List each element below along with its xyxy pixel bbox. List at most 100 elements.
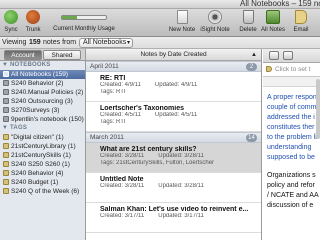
usage-bar: [61, 15, 107, 20]
sidebar-tag-label: S240 S250 S260 (1): [11, 161, 70, 168]
sidebar-tag-item[interactable]: S240 Q of the Week (6): [0, 187, 85, 196]
sort-arrow-icon: ▲: [251, 52, 257, 58]
trash-icon: [242, 10, 254, 24]
email-button[interactable]: Email: [289, 10, 313, 36]
all-notes-label: All Notes: [260, 27, 285, 33]
sync-button[interactable]: Sync: [2, 10, 20, 36]
viewing-middle: notes from: [43, 39, 77, 46]
editor-toolbar: [263, 49, 320, 63]
note-title: Untitled Note: [100, 176, 144, 183]
info-icon[interactable]: [283, 51, 293, 60]
note-created: Created: 3/28/11: [100, 153, 145, 159]
note-dates: Created: 3/17/11 Updated: 3/17/11: [100, 213, 261, 220]
note-text-line: couple of comm: [267, 104, 317, 111]
note-dates: Created: 3/28/11 Updated: 3/28/11: [100, 153, 261, 160]
notebook-icon: [3, 98, 9, 104]
sidebar-notebook-item[interactable]: S240 Outsourcing (3): [0, 97, 85, 106]
sidebar-tag-label: 21stCenturyLibrary (1): [11, 143, 76, 150]
note-updated: Updated: 3/28/11: [158, 183, 204, 189]
note-title: Salman Khan: Let's use video to reinvent…: [100, 206, 249, 213]
note-text-line: addressed the i: [267, 114, 315, 121]
note-created: Created: 4/9/11: [100, 82, 141, 88]
note-editor-pane: Click to set t A proper respon couple of …: [263, 49, 320, 240]
tag-icon: [3, 170, 9, 176]
sidebar-notebook-item[interactable]: S240.Manual Policies (2): [0, 88, 85, 97]
sidebar: Account Shared ▼ NOTEBOOKS All Notebooks…: [0, 49, 86, 240]
month-count-badge: 2: [246, 63, 257, 71]
note-list-item[interactable]: Salman Khan: Let's use video to reinvent…: [86, 203, 261, 233]
sidebar-notebook-item[interactable]: All Notebooks (159): [0, 70, 85, 79]
sidebar-tag-item[interactable]: "Digital citizen" (1): [0, 133, 85, 142]
notebook-select-value: All Notebooks: [83, 39, 127, 46]
note-list-item[interactable]: What are 21st century skills? Created: 3/…: [86, 143, 261, 173]
sidebar-tag-label: "Digital citizen" (1): [11, 134, 64, 141]
tag-icon: [3, 134, 9, 140]
email-label: Email: [293, 27, 309, 33]
notebooks-header[interactable]: ▼ NOTEBOOKS: [0, 61, 85, 70]
delete-button[interactable]: Delete: [238, 10, 258, 36]
notebook-icon[interactable]: [269, 51, 279, 60]
tab-shared[interactable]: Shared: [43, 50, 81, 60]
tag-field[interactable]: Click to set t: [263, 63, 320, 77]
note-tags: Tags: RTI: [100, 89, 126, 95]
note-text-line: to the problem li: [267, 134, 317, 141]
note-dates: Created: 3/28/11 Updated: 3/28/11: [100, 183, 261, 190]
sidebar-tag-item[interactable]: S240 Behavior (4): [0, 169, 85, 178]
month-group-header: March 2011 14: [86, 132, 261, 143]
tags-header[interactable]: ▼ TAGS: [0, 124, 85, 133]
camera-icon: [208, 10, 222, 24]
note-text-line: understanding: [267, 144, 312, 151]
sidebar-tag-item[interactable]: 21stCenturyLibrary (1): [0, 142, 85, 151]
note-tags: Tags: RTI: [100, 119, 126, 125]
sidebar-tag-label: S240 Q of the Week (6): [11, 188, 80, 195]
note-updated: Updated: 3/17/11: [158, 213, 204, 219]
all-notes-button[interactable]: All Notes: [259, 10, 287, 36]
sidebar-tag-label: S240 Budget (1): [11, 179, 59, 186]
tab-account[interactable]: Account: [4, 50, 42, 60]
sidebar-notebook-label: S270Surveys (3): [11, 107, 60, 114]
usage-label: Current Monthly Usage: [53, 26, 115, 32]
note-created: Created: 4/5/11: [100, 112, 141, 118]
note-list-item[interactable]: Untitled Note Created: 3/28/11 Updated: 3/…: [86, 173, 261, 203]
note-updated: Updated: 4/5/11: [154, 112, 198, 118]
sync-icon: [4, 10, 18, 24]
note-text-line: A proper respon: [267, 94, 317, 101]
email-icon: [295, 10, 307, 24]
month-count-badge: 14: [246, 134, 257, 142]
note-tags: Tags: 21stCenturySkills, Fulton, Loertsc…: [100, 160, 215, 166]
new-note-label: New Note: [168, 27, 196, 33]
note-body[interactable]: A proper respon couple of comm addressed t…: [263, 87, 320, 211]
sidebar-notebook-item[interactable]: S240 Behavior (2): [0, 79, 85, 88]
isight-note-button[interactable]: iSight Note: [198, 10, 232, 36]
trunk-button[interactable]: Trunk: [22, 10, 44, 36]
sidebar-tag-item[interactable]: 21stCenturySkills (1): [0, 151, 85, 160]
sync-label: Sync: [4, 27, 18, 33]
sidebar-notebook-item[interactable]: 9pentlin's notebook (150): [0, 115, 85, 124]
note-text-line: supposed to be: [267, 154, 315, 161]
month-label: March 2011: [90, 134, 124, 141]
notebook-select[interactable]: All Notebooks ▾: [79, 38, 133, 48]
new-note-button[interactable]: New Note: [167, 10, 197, 36]
sidebar-tag-item[interactable]: S240 Budget (1): [0, 178, 85, 187]
chevron-down-icon: ▾: [126, 40, 130, 46]
sidebar-notebook-label: S240 Behavior (2): [11, 80, 64, 87]
notebook-icon: [3, 80, 9, 86]
notebook-list: All Notebooks (159) S240 Behavior (2) S240…: [0, 70, 85, 124]
sidebar-tabs: Account Shared: [0, 49, 85, 61]
note-list-header[interactable]: Notes by Date Created ▲: [86, 49, 261, 61]
sidebar-notebook-label: S240 Outsourcing (3): [11, 98, 73, 105]
delete-label: Delete: [239, 27, 257, 33]
note-title: Loertscher's Taxonomies: [100, 105, 185, 112]
all-notes-icon: [266, 10, 280, 24]
note-paragraph: A proper respon couple of comm addressed t…: [267, 93, 320, 163]
note-list-item[interactable]: RE: RTI Created: 4/9/11 Updated: 4/9/11 Tag…: [86, 72, 261, 102]
sidebar-notebook-item[interactable]: S270Surveys (3): [0, 106, 85, 115]
note-title: What are 21st century skills?: [100, 146, 197, 153]
editor-scrollbar[interactable]: [316, 79, 320, 139]
note-dates: Created: 4/9/11 Updated: 4/9/11: [100, 82, 261, 89]
note-list-item[interactable]: Loertscher's Taxonomies Created: 4/5/11 Up…: [86, 102, 261, 132]
note-paragraph: Organizations s policy and refor / NCATE a…: [267, 171, 320, 211]
sidebar-tag-item[interactable]: S240 S250 S260 (1): [0, 160, 85, 169]
tag-icon: [266, 66, 272, 72]
sidebar-notebook-label: S240.Manual Policies (2): [11, 89, 84, 96]
